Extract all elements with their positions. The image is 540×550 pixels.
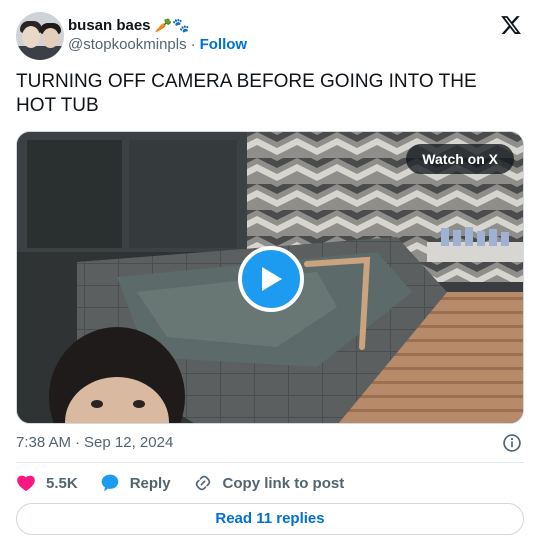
divider bbox=[16, 462, 524, 463]
link-icon bbox=[195, 475, 210, 491]
like-button[interactable]: 5.5K bbox=[16, 473, 78, 493]
speech-bubble-icon bbox=[101, 474, 119, 492]
display-name[interactable]: busan baes bbox=[68, 17, 151, 34]
copy-link-button[interactable]: Copy link to post bbox=[193, 473, 345, 493]
author-name-row[interactable]: busan baes 🥕🐾 bbox=[68, 16, 189, 34]
tweet-embed-card: busan baes 🥕🐾 @stopkookminpls · Follow T… bbox=[0, 0, 540, 550]
reply-label: Reply bbox=[129, 474, 171, 492]
separator-dot: · bbox=[190, 36, 196, 53]
post-date[interactable]: Sep 12, 2024 bbox=[84, 434, 173, 451]
copy-link-label: Copy link to post bbox=[222, 474, 345, 492]
handle-row: @stopkookminpls · Follow bbox=[68, 36, 247, 53]
author-handle[interactable]: @stopkookminpls bbox=[68, 36, 187, 53]
watch-on-x-button[interactable]: Watch on X bbox=[406, 144, 514, 174]
name-emojis: 🥕🐾 bbox=[154, 16, 190, 33]
timestamp-separator: · bbox=[75, 434, 81, 451]
tweet-text: TURNING OFF CAMERA BEFORE GOING INTO THE… bbox=[16, 71, 477, 116]
action-bar: 5.5K Reply Copy link to post bbox=[16, 472, 366, 494]
post-time[interactable]: 7:38 AM bbox=[16, 434, 71, 451]
heart-icon bbox=[17, 475, 35, 491]
play-button[interactable] bbox=[238, 246, 304, 312]
like-count: 5.5K bbox=[46, 474, 78, 492]
follow-link[interactable]: Follow bbox=[200, 36, 248, 53]
avatar[interactable] bbox=[16, 12, 64, 60]
read-replies-button[interactable]: Read 11 replies bbox=[16, 503, 524, 535]
info-icon[interactable] bbox=[502, 433, 522, 453]
video-thumbnail[interactable]: Watch on X bbox=[16, 131, 524, 424]
reply-button[interactable]: Reply bbox=[100, 473, 171, 493]
timestamp[interactable]: 7:38 AM · Sep 12, 2024 bbox=[16, 434, 173, 451]
x-logo-icon[interactable] bbox=[500, 14, 522, 36]
play-icon bbox=[262, 267, 282, 291]
